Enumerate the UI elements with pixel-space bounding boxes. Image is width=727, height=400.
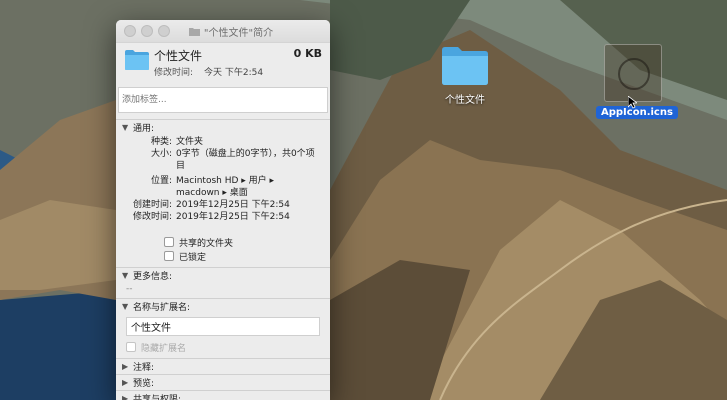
row-value: Macintosh HD ▸ 用户 ▸ macdown ▸ 桌面	[176, 176, 275, 198]
row-value: 0字节（磁盘上的0字节），共0个项目	[176, 149, 315, 171]
row-key: 大小:	[150, 149, 172, 159]
window-title: "个性文件"简介	[203, 27, 274, 39]
title-folder-icon	[188, 27, 200, 36]
desktop-wallpaper: 个性文件 AppIcon.icns	[0, 0, 727, 400]
checkbox-label: 隐藏扩展名	[141, 343, 187, 354]
item-name: 个性文件	[154, 49, 203, 63]
name-extension-section: ▼ 名称与扩展名: 隐藏扩展名	[116, 298, 330, 354]
sharing-section: ▶ 共享与权限:	[116, 390, 330, 400]
desktop-folder-label: 个性文件	[445, 95, 485, 106]
tags-field-container	[118, 87, 328, 113]
info-row-size: 大小: 0字节（磁盘上的0字节），共0个项目	[116, 148, 330, 172]
sharing-header[interactable]: ▶ 共享与权限:	[116, 391, 330, 400]
tags-input[interactable]	[119, 88, 321, 112]
preview-label: 预览:	[133, 379, 155, 389]
locked-checkbox[interactable]: 已锁定	[164, 249, 330, 263]
title-bar[interactable]: "个性文件"简介	[116, 20, 330, 43]
row-key: 种类:	[150, 137, 172, 147]
name-extension-label: 名称与扩展名:	[133, 303, 191, 313]
row-value: 2019年12月25日 下午2:54	[176, 212, 290, 222]
preview-section: ▶ 预览:	[116, 374, 330, 390]
hide-extension-checkbox[interactable]: 隐藏扩展名	[126, 340, 330, 354]
appicon-ring-icon	[618, 58, 650, 90]
row-key: 位置:	[150, 176, 172, 186]
folder-icon	[125, 50, 149, 70]
more-info-label: 更多信息:	[133, 272, 173, 282]
more-info-header[interactable]: ▼ 更多信息:	[116, 268, 330, 283]
general-header[interactable]: ▼ 通用:	[116, 120, 330, 135]
info-row-created: 创建时间: 2019年12月25日 下午2:54	[116, 199, 330, 211]
close-button[interactable]	[124, 25, 136, 37]
row-value: 2019年12月25日 下午2:54	[176, 200, 290, 210]
row-value: 文件夹	[176, 137, 204, 147]
disclosure-open-icon[interactable]: ▼	[122, 123, 133, 132]
cursor-arrow-icon	[628, 96, 637, 109]
checkbox-box[interactable]	[164, 251, 174, 261]
preview-header[interactable]: ▶ 预览:	[116, 375, 330, 390]
disclosure-closed-icon[interactable]: ▶	[122, 378, 133, 387]
row-key: 修改时间:	[132, 212, 172, 222]
more-info-section: ▼ 更多信息: --	[116, 267, 330, 298]
checkbox-box[interactable]	[126, 342, 136, 352]
disclosure-open-icon[interactable]: ▼	[122, 302, 133, 311]
modified-value: 今天 下午2:54	[204, 68, 264, 78]
checkbox-box[interactable]	[164, 237, 174, 247]
more-info-value: --	[126, 284, 133, 294]
checkbox-label: 共享的文件夹	[179, 238, 234, 249]
info-header: 个性文件 0 KB 修改时间: 今天 下午2:54	[116, 43, 330, 83]
info-row-kind: 种类: 文件夹	[116, 136, 330, 148]
name-field-container	[126, 317, 320, 336]
general-header-label: 通用:	[133, 124, 155, 134]
comments-section: ▶ 注释:	[116, 358, 330, 374]
checkbox-label: 已锁定	[179, 252, 207, 263]
disclosure-closed-icon[interactable]: ▶	[122, 362, 133, 371]
row-key: 创建时间:	[132, 200, 172, 210]
info-row-modified: 修改时间: 2019年12月25日 下午2:54	[116, 211, 330, 223]
comments-header[interactable]: ▶ 注释:	[116, 359, 330, 374]
zoom-button[interactable]	[158, 25, 170, 37]
sharing-label: 共享与权限:	[133, 395, 182, 400]
file-thumbnail	[604, 44, 662, 102]
name-extension-header[interactable]: ▼ 名称与扩展名:	[116, 299, 330, 314]
general-section: ▼ 通用: 种类: 文件夹 大小: 0字节（磁盘上的0字节），共0个项目 位置:…	[116, 119, 330, 267]
desktop-folder-item[interactable]: 个性文件	[436, 44, 494, 106]
modified-label: 修改时间:	[154, 68, 194, 78]
disclosure-closed-icon[interactable]: ▶	[122, 394, 133, 400]
shared-folder-checkbox[interactable]: 共享的文件夹	[164, 235, 330, 249]
item-size: 0 KB	[293, 47, 322, 60]
disclosure-open-icon[interactable]: ▼	[122, 271, 133, 280]
folder-icon	[442, 47, 488, 85]
minimize-button[interactable]	[141, 25, 153, 37]
info-row-location: 位置: Macintosh HD ▸ 用户 ▸ macdown ▸ 桌面	[116, 175, 330, 199]
comments-label: 注释:	[133, 363, 155, 373]
get-info-window: "个性文件"简介 个性文件 0 KB 修改时间: 今天 下午2:54 ▼ 通用:…	[116, 20, 330, 400]
name-input[interactable]	[127, 318, 319, 335]
